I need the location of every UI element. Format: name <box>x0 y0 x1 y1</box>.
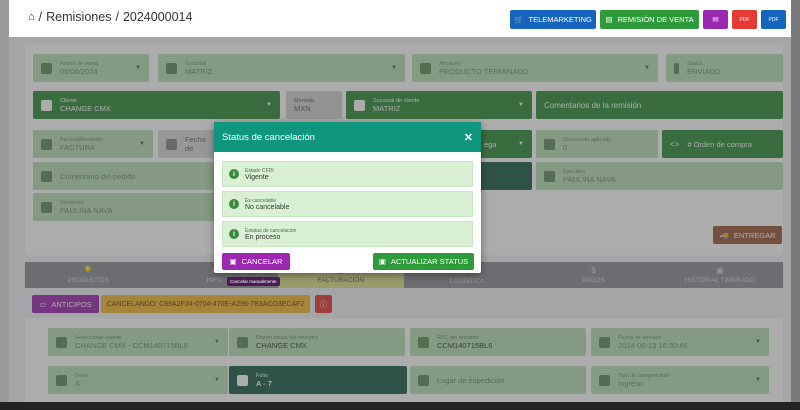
info-icon: i <box>229 199 239 209</box>
file-icon: ▤ <box>605 15 613 24</box>
pdf-button-red[interactable]: PDF <box>732 10 757 29</box>
modal-title: Status de cancelación <box>222 131 315 143</box>
estatus-cancelacion-row: i Estatus de cancelación En proceso <box>222 221 473 247</box>
info-icon: i <box>229 169 239 179</box>
cancel-tooltip: Cancelar manualmente <box>227 277 280 286</box>
actualizar-status-button[interactable]: ▣ ACTUALIZAR STATUS <box>373 253 474 270</box>
email-button[interactable]: ✉ <box>703 10 728 29</box>
scrollbar[interactable] <box>791 0 800 410</box>
envelope-icon: ✉ <box>712 15 719 24</box>
close-icon[interactable]: ✕ <box>464 131 473 144</box>
modal-header: Status de cancelación ✕ <box>214 122 481 152</box>
breadcrumb-sep: / <box>38 10 43 24</box>
cancelar-button[interactable]: ▣ CANCELAR <box>222 253 290 270</box>
home-icon[interactable]: ⌂ <box>28 11 35 23</box>
es-cancelable-row: i Es cancelable No cancelable <box>222 191 473 217</box>
pdf-icon: PDF <box>768 16 779 23</box>
cancel-status-modal: Status de cancelación ✕ i Estado CFDI Vig… <box>214 122 481 273</box>
pdf-button-blue[interactable]: PDF <box>761 10 786 29</box>
pdf-icon: PDF <box>739 16 750 23</box>
page-title: 2024000014 <box>122 10 193 24</box>
info-icon: i <box>229 229 239 239</box>
save-icon: ▣ <box>229 257 237 266</box>
breadcrumb: ⌂ / Remisiones / 2024000014 <box>28 10 192 24</box>
cart-icon: 🛒 <box>514 15 524 24</box>
breadcrumb-sep: / <box>115 10 119 24</box>
telemarketing-button[interactable]: 🛒 TELEMARKETING <box>510 10 596 29</box>
remision-venta-button[interactable]: ▤ REMISIÓN DE VENTA <box>600 10 699 29</box>
breadcrumb-section[interactable]: Remisiones <box>46 10 111 24</box>
bottom-bar <box>0 402 800 410</box>
save-icon: ▣ <box>378 257 386 266</box>
estado-cfdi-row: i Estado CFDI Vigente <box>222 161 473 187</box>
left-edge <box>0 0 9 410</box>
